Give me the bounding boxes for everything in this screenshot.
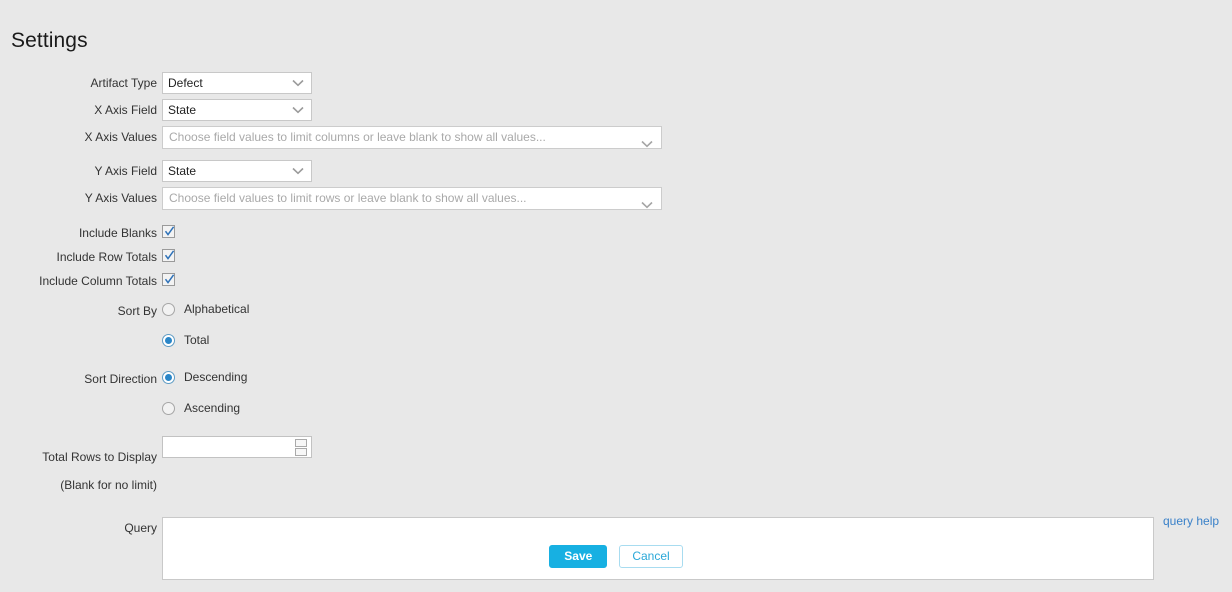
- sort-direction-option-ascending[interactable]: Ascending: [162, 399, 247, 417]
- field-row-y-axis-field: Y Axis Field State: [0, 160, 1232, 182]
- include-blanks-field: [162, 222, 175, 241]
- x-axis-field-select[interactable]: State: [162, 99, 312, 121]
- include-column-totals-label: Include Column Totals: [39, 274, 157, 288]
- artifact-type-value: Defect: [168, 76, 203, 90]
- y-axis-values-field: Choose field values to limit rows or lea…: [162, 187, 662, 210]
- sort-direction-field: Descending Ascending: [162, 368, 247, 417]
- sort-direction-label: Sort Direction: [84, 372, 157, 386]
- artifact-type-field: Defect: [162, 72, 312, 94]
- y-axis-field-field: State: [162, 160, 312, 182]
- page-title: Settings: [11, 29, 88, 53]
- field-row-x-axis-values: X Axis Values Choose field values to lim…: [0, 126, 1232, 149]
- x-axis-field-label: X Axis Field: [94, 103, 157, 117]
- sort-direction-option-descending[interactable]: Descending: [162, 368, 247, 386]
- y-axis-values-placeholder: Choose field values to limit rows or lea…: [169, 191, 527, 205]
- checkmark-icon: [164, 226, 175, 236]
- include-column-totals-checkbox[interactable]: [162, 273, 175, 286]
- sort-by-total-label: Total: [184, 333, 210, 347]
- include-column-totals-field: [162, 270, 175, 289]
- y-axis-values-multiselect[interactable]: Choose field values to limit rows or lea…: [162, 187, 662, 210]
- field-row-sort-direction: Sort Direction Descending Ascending: [0, 368, 1232, 417]
- spinner-buttons: [295, 439, 308, 456]
- checkmark-icon: [164, 250, 175, 260]
- field-row-include-column-totals: Include Column Totals: [0, 270, 1232, 289]
- include-row-totals-checkbox[interactable]: [162, 249, 175, 262]
- chevron-down-icon: [292, 167, 304, 175]
- total-rows-label: Total Rows to Display (Blank for no limi…: [0, 436, 162, 506]
- total-rows-label-line2: (Blank for no limit): [60, 478, 157, 492]
- x-axis-values-placeholder: Choose field values to limit columns or …: [169, 130, 546, 144]
- sort-by-option-total[interactable]: Total: [162, 331, 249, 349]
- field-row-artifact-type: Artifact Type Defect: [0, 72, 1232, 94]
- radio-descending[interactable]: [162, 371, 175, 384]
- chevron-down-icon: [641, 134, 653, 148]
- radio-ascending[interactable]: [162, 402, 175, 415]
- total-rows-field: [162, 436, 312, 458]
- artifact-type-select[interactable]: Defect: [162, 72, 312, 94]
- include-row-totals-label: Include Row Totals: [56, 250, 158, 264]
- cancel-button[interactable]: Cancel: [619, 545, 683, 568]
- sort-by-label: Sort By: [117, 304, 157, 318]
- y-axis-field-label: Y Axis Field: [94, 164, 157, 178]
- field-row-include-row-totals: Include Row Totals: [0, 246, 1232, 265]
- total-rows-spinner[interactable]: [162, 436, 312, 458]
- chevron-down-icon: [292, 79, 304, 87]
- artifact-type-label: Artifact Type: [90, 76, 157, 90]
- sort-by-option-alphabetical[interactable]: Alphabetical: [162, 300, 249, 318]
- x-axis-values-field: Choose field values to limit columns or …: [162, 126, 662, 149]
- x-axis-values-label: X Axis Values: [84, 130, 157, 144]
- y-axis-field-select[interactable]: State: [162, 160, 312, 182]
- form-actions: Save Cancel: [0, 545, 1232, 568]
- sort-direction-descending-label: Descending: [184, 370, 248, 384]
- sort-by-field: Alphabetical Total: [162, 300, 249, 349]
- radio-total[interactable]: [162, 334, 175, 347]
- field-row-include-blanks: Include Blanks: [0, 222, 1232, 241]
- field-row-total-rows: Total Rows to Display (Blank for no limi…: [0, 436, 1232, 506]
- checkmark-icon: [164, 274, 175, 284]
- total-rows-label-line1: Total Rows to Display: [42, 450, 157, 464]
- total-rows-input[interactable]: [163, 437, 287, 457]
- radio-alphabetical[interactable]: [162, 303, 175, 316]
- field-row-y-axis-values: Y Axis Values Choose field values to lim…: [0, 187, 1232, 210]
- include-row-totals-field: [162, 246, 175, 265]
- x-axis-values-multiselect[interactable]: Choose field values to limit columns or …: [162, 126, 662, 149]
- y-axis-field-value: State: [168, 164, 197, 178]
- query-help-link[interactable]: query help: [1163, 514, 1219, 528]
- include-blanks-checkbox[interactable]: [162, 225, 175, 238]
- chevron-down-icon: [292, 106, 304, 114]
- x-axis-field-value: State: [168, 103, 197, 117]
- y-axis-values-label: Y Axis Values: [84, 191, 157, 205]
- spinner-down-button[interactable]: [295, 448, 307, 456]
- save-button[interactable]: Save: [549, 545, 608, 568]
- sort-by-alphabetical-label: Alphabetical: [184, 302, 250, 316]
- field-row-x-axis-field: X Axis Field State: [0, 99, 1232, 121]
- spinner-up-button[interactable]: [295, 439, 307, 447]
- field-row-sort-by: Sort By Alphabetical Total: [0, 300, 1232, 349]
- query-label: Query: [124, 521, 157, 535]
- settings-form: Artifact Type Defect X Axis Field State …: [0, 72, 1232, 585]
- chevron-down-icon: [641, 195, 653, 209]
- x-axis-field-field: State: [162, 99, 312, 121]
- sort-direction-ascending-label: Ascending: [184, 401, 241, 415]
- include-blanks-label: Include Blanks: [78, 226, 157, 240]
